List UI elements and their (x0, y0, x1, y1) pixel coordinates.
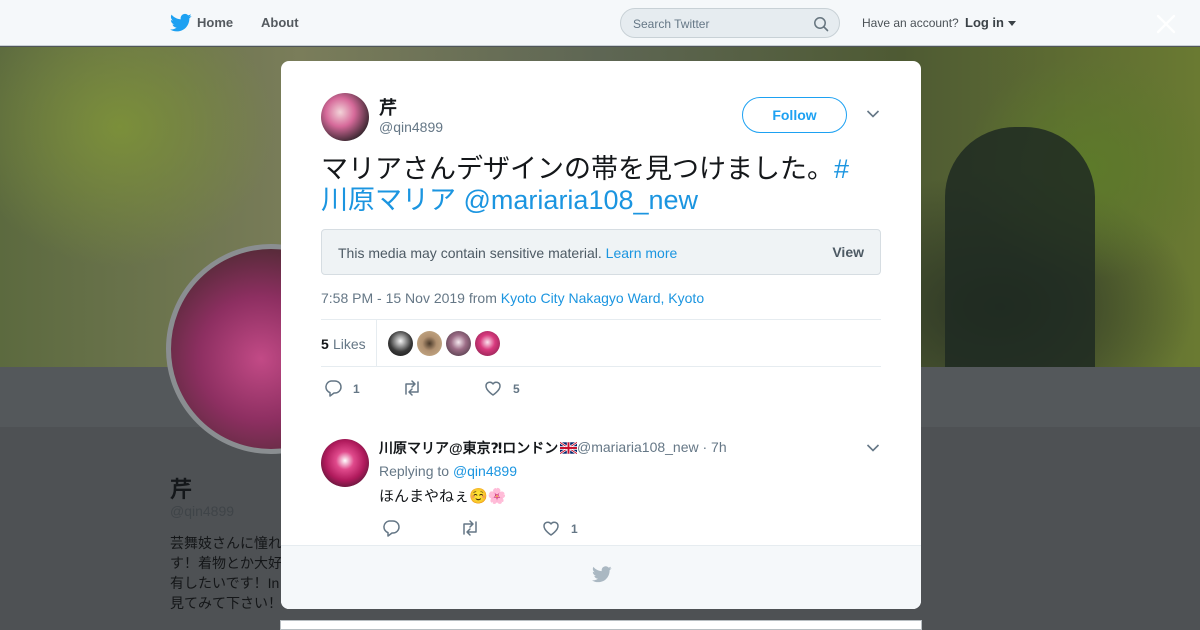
chevron-down-icon[interactable] (866, 443, 880, 453)
search-input[interactable]: Search Twitter (620, 8, 840, 38)
sensitive-media-notice: This media may contain sensitive materia… (321, 229, 881, 275)
twitter-bird-icon (592, 566, 612, 583)
replying-to: Replying to @qin4899 (379, 463, 517, 479)
have-account-text: Have an account? (862, 16, 959, 30)
hashtag-symbol[interactable]: # (834, 154, 849, 184)
reply-author-name-text[interactable]: 川原マリア@東京⁈ロンドン (379, 440, 558, 456)
replying-to-label: Replying to (379, 463, 450, 479)
profile-name: 芹 (170, 477, 193, 502)
timeline-panel-edge (280, 620, 922, 630)
tweet-text-body: マリアさんデザインの帯を見つけました。 (321, 154, 834, 184)
follow-button[interactable]: Follow (742, 97, 847, 133)
login-link[interactable]: Log in (965, 15, 1004, 30)
profile-bio-line: 見てみて下さい！ (170, 595, 282, 611)
author-name[interactable]: 芹 (379, 94, 397, 120)
profile-handle: @qin4899 (170, 503, 235, 519)
like-count: 5 (513, 382, 520, 396)
liker-avatar[interactable] (446, 331, 471, 356)
modal-footer (281, 545, 921, 609)
sensitive-message-text: This media may contain sensitive materia… (338, 245, 602, 261)
sensitive-message: This media may contain sensitive materia… (338, 245, 677, 261)
heart-icon[interactable] (483, 379, 503, 397)
reply-handle-time[interactable]: @mariaria108_new · 7h (577, 439, 727, 455)
retweet-icon[interactable] (401, 379, 423, 397)
author-avatar[interactable] (321, 93, 369, 141)
author-handle[interactable]: @qin4899 (379, 119, 443, 135)
liker-avatar[interactable] (475, 331, 500, 356)
tweet-timestamp: 7:58 PM - 15 Nov 2019 from Kyoto City Na… (321, 290, 704, 306)
profile-bio-line: 芸舞妓さんに憧れ (170, 535, 282, 551)
hashtag-link[interactable]: 川原マリア (321, 185, 456, 215)
search-icon[interactable] (813, 16, 829, 32)
replying-to-link[interactable]: @qin4899 (453, 463, 517, 479)
reply-author-name[interactable]: 川原マリア@東京⁈ロンドン (379, 438, 578, 458)
tweet-stats: 5 Likes (321, 319, 881, 367)
timestamp-text[interactable]: 7:58 PM - 15 Nov 2019 from (321, 290, 497, 306)
likes-count[interactable]: 5 (321, 336, 329, 352)
location-link[interactable]: Kyoto City Nakagyo Ward, Kyoto (501, 290, 704, 306)
reply-author-avatar[interactable] (321, 439, 369, 487)
twitter-bird-icon[interactable] (170, 13, 192, 33)
learn-more-link[interactable]: Learn more (606, 245, 678, 261)
reply-tweet[interactable]: 川原マリア@東京⁈ロンドン @mariaria108_new · 7h Repl… (281, 421, 921, 545)
profile-bio: 芸舞妓さんに憧れ す！着物とか大好 有したいです！In 見てみて下さい！ (170, 533, 290, 613)
top-navigation-bar: Home About Search Twitter Have an accoun… (0, 0, 1200, 46)
view-media-button[interactable]: View (832, 244, 864, 260)
nav-about-link[interactable]: About (261, 15, 299, 30)
search-placeholder: Search Twitter (633, 17, 710, 31)
reply-text: ほんまやねぇ☺️🌸 (379, 488, 507, 505)
tweet-modal: 芹 @qin4899 Follow マリアさんデザインの帯を見つけました。# 川… (281, 61, 921, 609)
profile-bio-line: す！着物とか大好 (170, 555, 282, 571)
liker-avatar[interactable] (388, 331, 413, 356)
chevron-down-icon[interactable] (866, 109, 880, 119)
heart-icon[interactable] (541, 519, 561, 537)
reply-icon[interactable] (381, 519, 401, 537)
uk-flag-icon (560, 442, 578, 454)
tweet-text: マリアさんデザインの帯を見つけました。# 川原マリア @mariaria108_… (321, 154, 881, 216)
like-count: 1 (571, 522, 578, 536)
liker-avatar[interactable] (417, 331, 442, 356)
retweet-icon[interactable] (459, 519, 481, 537)
reply-count: 1 (353, 382, 360, 396)
chevron-down-icon[interactable] (1008, 21, 1016, 26)
stats-divider (376, 320, 377, 366)
reply-icon[interactable] (323, 379, 343, 397)
close-icon[interactable] (1155, 13, 1177, 35)
nav-home-link[interactable]: Home (197, 15, 233, 30)
likes-label[interactable]: Likes (333, 336, 366, 352)
mention-link[interactable]: @mariaria108_new (464, 185, 699, 215)
profile-bio-line: 有したいです！In (170, 575, 280, 591)
